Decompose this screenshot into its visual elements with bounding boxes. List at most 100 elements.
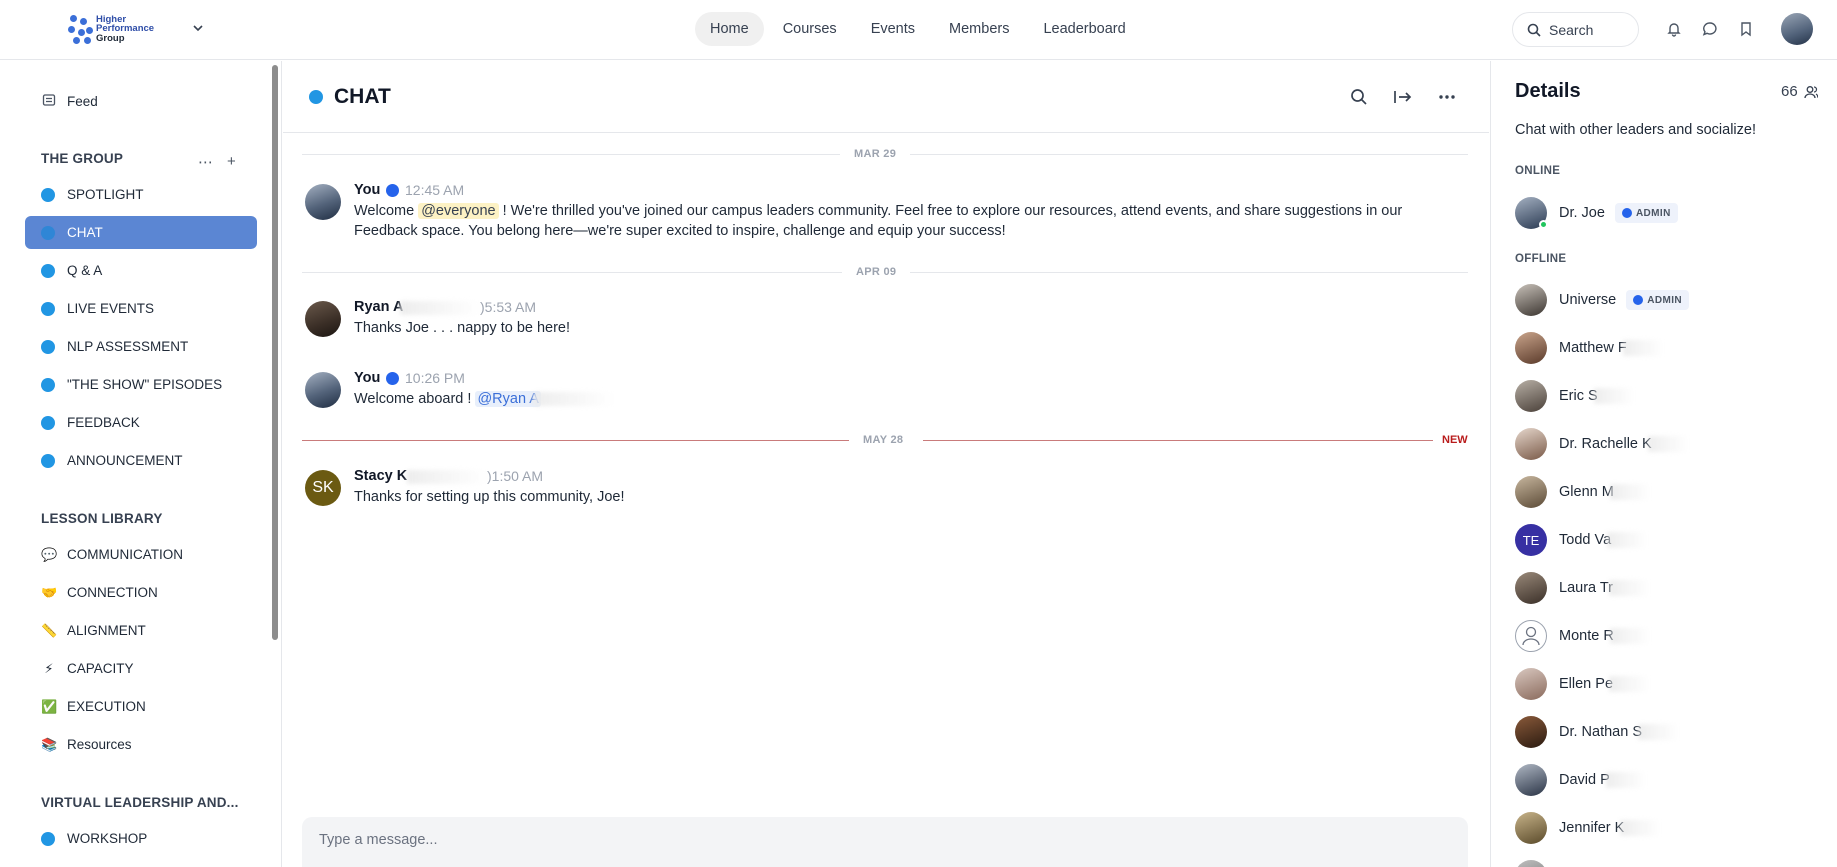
member-item[interactable]: Glenn M	[1515, 476, 1650, 508]
channel-dot-icon	[41, 225, 55, 240]
sidebar-item-label: CAPACITY	[67, 661, 134, 676]
feed-icon	[41, 93, 57, 110]
avatar	[1515, 476, 1547, 508]
channel-dot-icon	[41, 377, 55, 392]
sidebar-item-capacity[interactable]: ⚡ CAPACITY	[25, 652, 257, 685]
bell-icon[interactable]	[1664, 19, 1684, 39]
sidebar-item-feed[interactable]: Feed	[25, 85, 257, 118]
message-input-placeholder[interactable]: Type a message...	[319, 832, 437, 848]
more-options-icon[interactable]: ⋯	[198, 153, 213, 171]
message-author[interactable]: Ryan A	[354, 299, 403, 315]
channel-dot-icon	[309, 90, 323, 104]
user-avatar[interactable]	[1781, 13, 1813, 45]
sidebar-item-label: SPOTLIGHT	[67, 187, 144, 202]
avatar	[1515, 197, 1548, 229]
member-item[interactable]: Universe ADMIN	[1515, 284, 1689, 316]
sidebar-item-label: "THE SHOW" EPISODES	[67, 377, 223, 392]
sidebar-item-the-show-episodes[interactable]: "THE SHOW" EPISODES	[25, 368, 257, 401]
add-icon[interactable]: +	[227, 153, 236, 171]
search-button[interactable]: Search	[1512, 12, 1639, 47]
message-time: )1:50 AM	[487, 468, 544, 484]
message-author[interactable]: You	[354, 370, 380, 386]
channel-dot-icon	[41, 831, 55, 846]
member-item[interactable]: Matthew F	[1515, 332, 1663, 364]
nav-members[interactable]: Members	[934, 12, 1024, 46]
nav-events[interactable]: Events	[856, 12, 930, 46]
collapse-panel-icon[interactable]	[1393, 87, 1413, 107]
search-label: Search	[1549, 21, 1594, 38]
nav-courses[interactable]: Courses	[768, 12, 852, 46]
sidebar-item-announcement[interactable]: ANNOUNCEMENT	[25, 444, 257, 477]
sidebar-item-nlp-assessment[interactable]: NLP ASSESSMENT	[25, 330, 257, 363]
mention-everyone[interactable]: @everyone	[418, 203, 499, 219]
member-count[interactable]: 66	[1781, 83, 1818, 100]
more-options-icon[interactable]	[1437, 87, 1457, 107]
top-bar: Higher Performance Group Home Courses Ev…	[0, 0, 1837, 60]
bookmark-icon[interactable]	[1736, 19, 1756, 39]
avatar	[1515, 812, 1547, 844]
member-item[interactable]	[1515, 860, 1547, 867]
message-composer[interactable]: Type a message...	[302, 817, 1468, 867]
chat-bubble-icon[interactable]	[1700, 19, 1720, 39]
admin-badge: ADMIN	[1614, 203, 1678, 223]
sidebar-item-label: COMMUNICATION	[67, 547, 183, 562]
avatar	[1515, 764, 1547, 796]
new-divider	[923, 440, 1433, 441]
nav-home[interactable]: Home	[695, 12, 764, 46]
avatar[interactable]	[305, 372, 341, 408]
message-author[interactable]: You	[354, 182, 380, 198]
sidebar-item-alignment[interactable]: 📏 ALIGNMENT	[25, 614, 257, 647]
member-item[interactable]: Monte R	[1515, 620, 1650, 652]
admin-icon	[1633, 295, 1644, 305]
sidebar-item-label: CHAT	[67, 225, 103, 240]
sidebar-item-qa[interactable]: Q & A	[25, 254, 257, 287]
member-item[interactable]: Dr. Rachelle K	[1515, 428, 1688, 460]
member-item[interactable]: David P	[1515, 764, 1646, 796]
mention-ryan[interactable]: @Ryan A	[475, 391, 541, 407]
member-item[interactable]: Eric S	[1515, 380, 1634, 412]
member-item[interactable]: Jennifer K	[1515, 812, 1661, 844]
brand-logo[interactable]: Higher Performance Group	[66, 10, 158, 48]
sidebar-item-label: CONNECTION	[67, 585, 158, 600]
sidebar-item-live-events[interactable]: LIVE EVENTS	[25, 292, 257, 325]
search-icon[interactable]	[1349, 87, 1369, 107]
avatar[interactable]	[305, 184, 341, 220]
search-icon	[1527, 23, 1541, 37]
books-icon: 📚	[41, 736, 58, 752]
sidebar-item-workshop[interactable]: WORKSHOP	[25, 822, 257, 855]
sidebar-item-chat[interactable]: CHAT	[25, 216, 257, 249]
member-item[interactable]: Dr. Joe ADMIN	[1515, 197, 1678, 229]
avatar[interactable]: SK	[305, 470, 341, 506]
details-panel: Details 66 Chat with other leaders and s…	[1490, 61, 1837, 867]
avatar[interactable]	[305, 301, 341, 337]
section-heading-the-group: THE GROUP	[41, 151, 124, 166]
channel-dot-icon	[41, 339, 55, 354]
sidebar-item-execution[interactable]: ✅ EXECUTION	[25, 690, 257, 723]
member-item[interactable]: Laura Tr	[1515, 572, 1649, 604]
channel-dot-icon	[41, 453, 55, 468]
date-label: MAR 29	[840, 148, 911, 160]
online-status-icon	[1539, 220, 1548, 229]
avatar	[1515, 284, 1547, 316]
nav-leaderboard[interactable]: Leaderboard	[1028, 12, 1140, 46]
sidebar-item-label: Q & A	[67, 263, 103, 278]
admin-icon	[1621, 208, 1632, 218]
sidebar-item-connection[interactable]: 🤝 CONNECTION	[25, 576, 257, 609]
sidebar-item-feedback[interactable]: FEEDBACK	[25, 406, 257, 439]
sidebar-item-label: LIVE EVENTS	[67, 301, 155, 316]
sidebar-item-communication[interactable]: 💬 COMMUNICATION	[25, 538, 257, 571]
sidebar-scrollbar[interactable]	[272, 65, 278, 640]
sidebar-item-spotlight[interactable]: SPOTLIGHT	[25, 178, 257, 211]
chevron-down-icon[interactable]	[190, 20, 206, 36]
chat-panel: CHAT MAR 29 You 12:45 AM Welcome @everyo…	[283, 61, 1489, 867]
member-item[interactable]: Dr. Nathan S	[1515, 716, 1679, 748]
member-item[interactable]: Ellen Pe	[1515, 668, 1650, 700]
message-author[interactable]: Stacy K	[354, 468, 407, 484]
sidebar-item-label: WORKSHOP	[67, 831, 148, 846]
main-nav: Home Courses Events Members Leaderboard	[695, 12, 1141, 46]
sidebar-item-label: NLP ASSESSMENT	[67, 339, 189, 354]
admin-badge-icon	[386, 184, 399, 197]
avatar	[1515, 860, 1547, 867]
member-item[interactable]: TE Todd Va	[1515, 524, 1648, 556]
sidebar-item-resources[interactable]: 📚 Resources	[25, 728, 257, 761]
